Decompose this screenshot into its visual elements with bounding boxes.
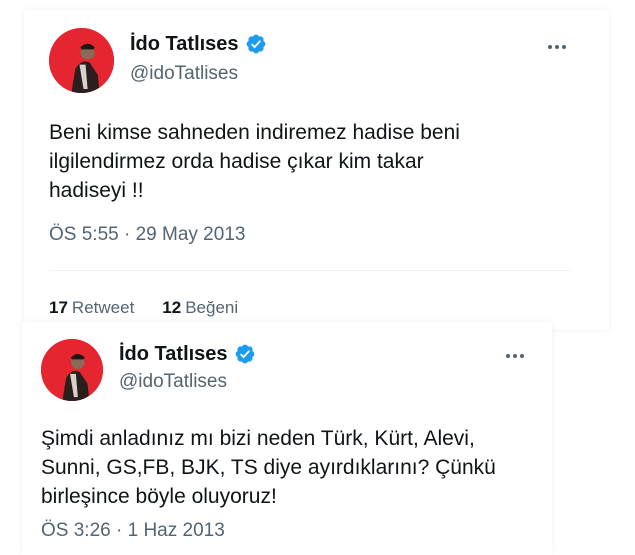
avatar[interactable] [49, 28, 114, 93]
retweet-label: Retweet [71, 298, 135, 317]
tweet-card: İdo Tatlıses @idoTatlises Şimdi anladını… [22, 322, 552, 555]
like-stat[interactable]: 12 Beğeni [162, 298, 238, 318]
author-handle[interactable]: @idoTatlises [119, 371, 227, 393]
verified-badge-icon [235, 344, 254, 364]
avatar-person-image [41, 339, 103, 401]
retweet-count: 17 [49, 298, 68, 317]
display-name[interactable]: İdo Tatlıses [130, 32, 239, 56]
tweet-timestamp[interactable]: ÖS 5:55 · 29 May 2013 [49, 224, 245, 246]
tweet-text: Beni kimse sahneden indiremez hadise ben… [49, 121, 460, 202]
retweet-stat[interactable]: 17 Retweet [49, 298, 134, 318]
like-count: 12 [162, 298, 182, 317]
tweet-card: İdo Tatlıses @idoTatlises Beni kimse sah… [24, 10, 609, 330]
tweet-timestamp[interactable]: ÖS 3:26 · 1 Haz 2013 [41, 520, 225, 542]
author-row: İdo Tatlıses [119, 342, 256, 366]
tweet-text: Şimdi anladınız mı bizi neden Türk, Kürt… [41, 427, 496, 508]
more-options-icon[interactable] [506, 354, 524, 358]
display-name[interactable]: İdo Tatlıses [119, 342, 228, 366]
author-row: İdo Tatlıses [130, 32, 267, 56]
engagement-stats: 17 Retweet 12 Beğeni [49, 298, 238, 318]
divider [49, 270, 571, 271]
verified-badge-icon [246, 34, 265, 54]
like-label: Beğeni [185, 298, 239, 317]
author-handle[interactable]: @idoTatlises [130, 63, 238, 85]
more-options-icon[interactable] [548, 45, 566, 49]
avatar-person-image [49, 28, 114, 93]
avatar[interactable] [41, 339, 103, 401]
